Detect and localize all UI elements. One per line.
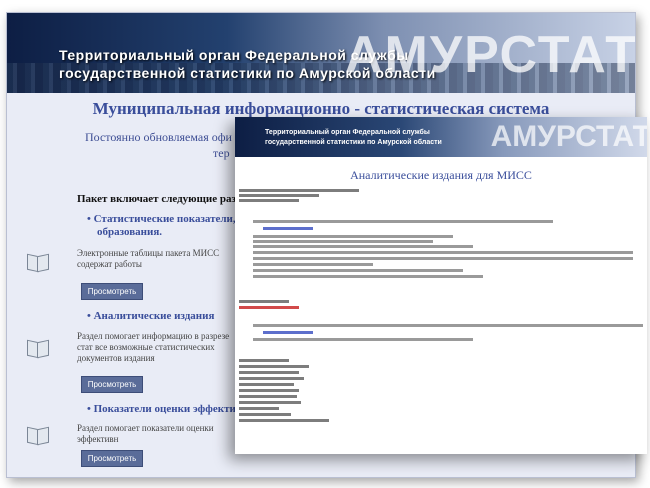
list-item[interactable] — [239, 199, 299, 202]
analytical-publications-window: Территориальный орган Федеральной службы… — [235, 117, 647, 454]
list-item[interactable] — [253, 338, 473, 341]
view-stat-indicators-button[interactable]: Просмотреть — [81, 283, 143, 300]
section-stat-indicators-link-cont[interactable]: образования. — [97, 226, 162, 238]
list-item[interactable] — [239, 383, 294, 386]
list-item[interactable] — [239, 419, 329, 422]
list-item[interactable] — [253, 269, 463, 272]
list-item[interactable] — [239, 371, 299, 374]
view-analytical-button[interactable]: Просмотреть — [81, 376, 143, 393]
header-banner: Территориальный орган Федеральной службы… — [7, 13, 635, 93]
page-subtitle: Постоянно обновляемая офи — [85, 130, 232, 144]
list-item-link[interactable] — [263, 227, 313, 230]
list-item[interactable] — [239, 395, 297, 398]
list-item[interactable] — [239, 359, 289, 362]
book-icon — [27, 341, 49, 357]
list-item[interactable] — [239, 189, 359, 192]
overlay-page-title: Аналитические издания для МИСС — [350, 168, 532, 182]
overlay-amurstat-logo: АМУРСТАТ — [490, 120, 647, 153]
list-item-link[interactable] — [263, 331, 313, 334]
list-item[interactable] — [239, 300, 289, 303]
list-item[interactable] — [253, 263, 373, 266]
list-item[interactable] — [239, 194, 319, 197]
book-icon — [27, 255, 49, 271]
page-title: Муниципальная информационно - статистиче… — [92, 99, 550, 118]
book-icon — [27, 428, 49, 444]
list-item[interactable] — [253, 220, 553, 223]
list-item[interactable] — [239, 365, 309, 368]
section-analytical-link[interactable]: • Аналитические издания — [87, 310, 214, 322]
list-item[interactable] — [239, 401, 301, 404]
list-item[interactable] — [253, 235, 453, 238]
list-item[interactable] — [239, 377, 304, 380]
section-efficiency-desc: Раздел помогает показатели оценки эффект… — [77, 423, 214, 444]
list-item[interactable] — [239, 413, 291, 416]
overlay-header-banner: Территориальный орган Федеральной службы… — [235, 117, 647, 157]
list-item[interactable] — [253, 240, 433, 243]
page-subtitle-cont: тер — [213, 146, 230, 160]
list-item[interactable] — [253, 275, 483, 278]
list-item[interactable] — [239, 407, 279, 410]
view-efficiency-button[interactable]: Просмотреть — [81, 450, 143, 467]
list-item[interactable] — [253, 251, 633, 254]
section-stat-indicators-desc: Электронные таблицы пакета МИСС содержат… — [77, 248, 220, 269]
list-item[interactable] — [253, 324, 643, 327]
list-item-selected[interactable] — [239, 306, 299, 309]
list-item[interactable] — [253, 257, 633, 260]
amurstat-logo: АМУРСТАТ — [344, 26, 635, 84]
list-item[interactable] — [253, 245, 473, 248]
overlay-banner-line2: государственной статистики по Амурской о… — [265, 139, 442, 146]
overlay-banner-line1: Территориальный орган Федеральной службы — [265, 129, 430, 136]
list-item[interactable] — [239, 389, 299, 392]
section-analytical-desc: Раздел помогает информацию в разрезе ста… — [77, 331, 230, 363]
